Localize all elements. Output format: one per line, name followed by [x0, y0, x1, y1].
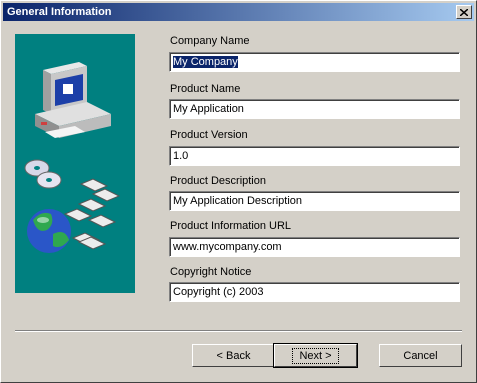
- floppy-disks-icon: [63, 178, 121, 250]
- back-button[interactable]: < Back: [192, 344, 275, 367]
- wizard-side-image: [15, 34, 135, 293]
- product-description-field[interactable]: My Application Description: [169, 191, 460, 211]
- company-name-field[interactable]: My Company: [169, 52, 460, 72]
- cancel-button-label: Cancel: [403, 349, 438, 362]
- product-name-field[interactable]: My Application: [169, 99, 460, 119]
- copyright-label: Copyright Notice: [170, 266, 252, 278]
- company-name-value: My Company: [173, 56, 238, 68]
- globe-icon: [27, 209, 71, 253]
- wizard-window: General Information Company Name My Comp…: [0, 0, 477, 383]
- separator: [15, 330, 462, 332]
- product-version-label: Product Version: [170, 129, 248, 141]
- company-name-label: Company Name: [170, 35, 250, 47]
- window-title: General Information: [7, 6, 112, 18]
- computer-icon: [35, 62, 111, 138]
- close-icon: [460, 8, 468, 16]
- cd-discs-icon: [24, 159, 62, 189]
- cancel-button[interactable]: Cancel: [379, 344, 462, 367]
- product-url-label: Product Information URL: [170, 220, 292, 232]
- product-version-field[interactable]: 1.0: [169, 146, 460, 166]
- back-button-label: < Back: [216, 349, 251, 362]
- product-url-field[interactable]: www.mycompany.com: [169, 237, 460, 257]
- copyright-field[interactable]: Copyright (c) 2003: [169, 282, 460, 302]
- product-description-label: Product Description: [170, 175, 266, 187]
- next-button-label: Next >: [292, 347, 339, 364]
- product-name-label: Product Name: [170, 83, 241, 95]
- close-button[interactable]: [456, 5, 472, 19]
- title-bar[interactable]: General Information: [3, 3, 474, 21]
- next-button[interactable]: Next >: [273, 343, 358, 368]
